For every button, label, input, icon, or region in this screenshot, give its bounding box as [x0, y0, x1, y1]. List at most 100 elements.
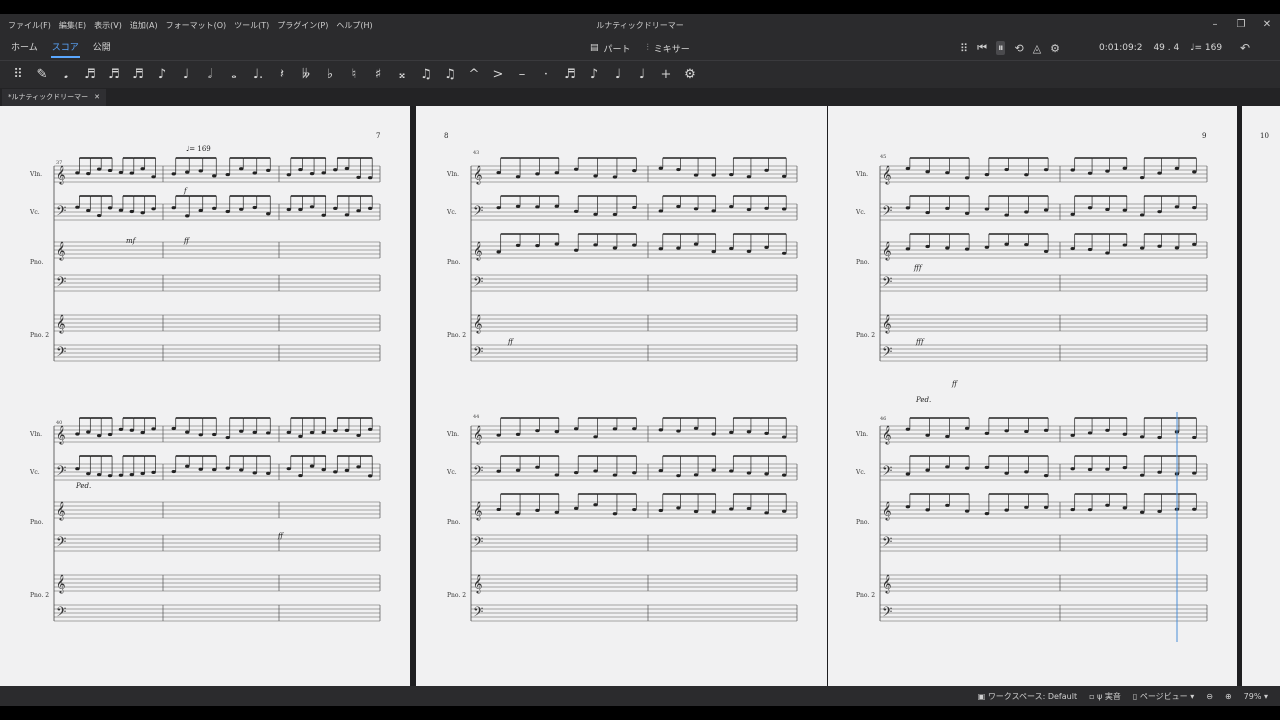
gear-icon[interactable]: ⚙	[1050, 42, 1060, 55]
tab-home[interactable]: ホーム	[4, 36, 45, 60]
note-head	[693, 509, 699, 514]
workspace-selector[interactable]: ▣ ワークスペース: Default	[978, 691, 1077, 702]
quarter-note-icon[interactable]: ♩	[174, 67, 198, 82]
32nd-note-icon[interactable]: ♬	[102, 67, 126, 82]
pencil-icon[interactable]: ✎	[30, 67, 54, 82]
double-flat-icon[interactable]: 𝄫	[294, 67, 318, 82]
document-tab[interactable]: *ルナティックドリーマー ✕	[2, 89, 106, 106]
64th-note-icon[interactable]: ♬	[78, 67, 102, 82]
loop-icon[interactable]: ⟲	[1014, 42, 1023, 55]
close-icon[interactable]: ✕	[94, 89, 100, 106]
zoom-selector[interactable]: 79% ▾	[1244, 692, 1268, 701]
sharp-icon[interactable]: ♯	[366, 67, 390, 82]
menu-add[interactable]: 追加(A)	[126, 20, 162, 31]
note-head	[764, 431, 769, 435]
whole-note-icon[interactable]: 𝅝	[222, 67, 246, 82]
note-head	[515, 204, 521, 208]
parts-button[interactable]: ▤ パート	[590, 42, 631, 55]
tie-icon[interactable]: ♫	[414, 67, 438, 82]
add-icon[interactable]: +	[654, 67, 678, 82]
natural-icon[interactable]: ♮	[342, 67, 366, 82]
clef-icon: 𝄢	[882, 274, 892, 293]
note-head	[925, 508, 930, 512]
marcato-icon[interactable]: ^	[462, 67, 486, 82]
note-input-mode-icon[interactable]: 𝅘	[54, 67, 78, 82]
flip-icon[interactable]: ♪	[582, 67, 606, 82]
note-head	[151, 470, 156, 475]
note-head	[286, 430, 292, 434]
menu-tools[interactable]: ツール(T)	[230, 20, 273, 31]
undo-icon[interactable]: ↶	[1240, 41, 1250, 55]
menu-file[interactable]: ファイル(F)	[4, 20, 55, 31]
close-icon[interactable]: ✕	[1254, 14, 1280, 36]
half-note-icon[interactable]: 𝅗𝅥	[198, 67, 222, 82]
window-controls: – ❐ ✕	[1202, 14, 1280, 36]
top-black-bar	[0, 0, 1280, 14]
tab-publish[interactable]: 公開	[86, 36, 118, 60]
voice-1-icon[interactable]: ♩	[606, 67, 630, 82]
16th-note-icon[interactable]: ♬	[126, 67, 150, 82]
note-head	[593, 503, 598, 507]
note-head	[129, 473, 135, 477]
note-head	[1157, 470, 1162, 474]
nav-bar: ホーム スコア 公開 ▤ パート ⫶ ミキサー ⠿ ⏮ ⏸ ⟲ ◬ ⚙ 0:01:0…	[0, 36, 1280, 60]
note-head	[676, 167, 681, 172]
note-head	[107, 206, 113, 210]
rewind-icon[interactable]: ⏮	[977, 41, 987, 55]
double-sharp-icon[interactable]: 𝄪	[390, 67, 414, 82]
note-head	[746, 471, 752, 475]
note-head	[781, 473, 787, 477]
note-head	[781, 174, 787, 178]
instrument-label: Pno.	[30, 519, 43, 526]
metronome-icon[interactable]: ◬	[1033, 42, 1041, 55]
clef-icon: 𝄞	[882, 574, 891, 594]
score-page[interactable]: 8 𝄞 𝄢 𝄞 𝄢 𝄞 𝄢 Vln. Vc. Pno. Pno. 2 𝄞 𝄢 𝄞 𝄢 𝄞 𝄢 Vln. Vc. Pno…	[416, 106, 827, 686]
menu-plugins[interactable]: プラグイン(P)	[273, 20, 332, 31]
tab-score[interactable]: スコア	[45, 36, 86, 60]
concert-pitch-toggle[interactable]: ▫ ψ 実音	[1089, 691, 1121, 702]
tuplet-icon[interactable]: ♬	[558, 67, 582, 82]
zoom-out-icon[interactable]: ⊖	[1206, 692, 1213, 701]
page-10-svg: 10	[1260, 132, 1269, 140]
score-page[interactable]: 9 𝄞 𝄢 𝄞 𝄢 𝄞 𝄢 Vln. Vc. Pno. Pno. 2 𝄞 𝄢 𝄞 𝄢 𝄞 𝄢 Vln. Vc. Pno…	[828, 106, 1237, 686]
note-head	[239, 167, 244, 171]
note-head	[129, 171, 135, 175]
tenuto-icon[interactable]: –	[510, 67, 534, 82]
score-page[interactable]: 7 𝄞 𝄢 𝄞 𝄢 𝄞 𝄢 Vln. Vc. Pno. Pno. 2 𝄞 𝄢 𝄞 𝄢 𝄞 𝄢 Vln. Vc. Pno…	[0, 106, 410, 686]
accent-icon[interactable]: >	[486, 67, 510, 82]
zoom-in-icon[interactable]: ⊕	[1225, 692, 1232, 701]
score-page[interactable]: 10	[1242, 106, 1280, 686]
clef-icon: 𝄞	[882, 501, 891, 521]
drag-handle-icon[interactable]: ⠿	[6, 67, 30, 82]
view-mode-selector[interactable]: ▯ ページビュー ▾	[1133, 691, 1194, 702]
menu-view[interactable]: 表示(V)	[90, 20, 126, 31]
drag-handle-icon[interactable]: ⠿	[960, 42, 968, 55]
mixer-button[interactable]: ⫶ ミキサー	[647, 42, 690, 55]
dot-icon[interactable]: ♩.	[246, 67, 270, 82]
note-head	[593, 174, 598, 178]
note-head	[693, 207, 699, 211]
rest-icon[interactable]: 𝄽	[270, 67, 294, 82]
note-head	[1157, 435, 1162, 440]
flat-icon[interactable]: ♭	[318, 67, 342, 82]
status-bar: ▣ ワークスペース: Default ▫ ψ 実音 ▯ ページビュー ▾ ⊖ ⊕…	[0, 686, 1280, 706]
minimize-icon[interactable]: –	[1202, 14, 1228, 36]
restore-icon[interactable]: ❐	[1228, 14, 1254, 36]
score-canvas[interactable]: 7 𝄞 𝄢 𝄞 𝄢 𝄞 𝄢 Vln. Vc. Pno. Pno. 2 𝄞 𝄢 𝄞 𝄢 𝄞 𝄢 Vln. Vc. Pno…	[0, 106, 1280, 686]
voice-2-icon[interactable]: ♩	[630, 67, 654, 82]
note-head	[632, 427, 637, 431]
note-head	[367, 176, 373, 180]
note-head	[781, 509, 787, 513]
slur-icon[interactable]: ♫	[438, 67, 462, 82]
gear-icon[interactable]: ⚙	[678, 67, 702, 82]
note-head	[945, 503, 950, 507]
play-pause-icon[interactable]: ⏸	[995, 41, 1006, 55]
menu-help[interactable]: ヘルプ(H)	[332, 20, 376, 31]
note-head	[593, 212, 598, 216]
eighth-note-icon[interactable]: ♪	[150, 67, 174, 82]
menu-format[interactable]: フォーマット(O)	[162, 20, 231, 31]
menu-edit[interactable]: 編集(E)	[55, 20, 90, 31]
staccato-icon[interactable]: ·	[534, 67, 558, 82]
note-head	[333, 470, 338, 474]
dynamic-marking: ff	[507, 338, 514, 346]
